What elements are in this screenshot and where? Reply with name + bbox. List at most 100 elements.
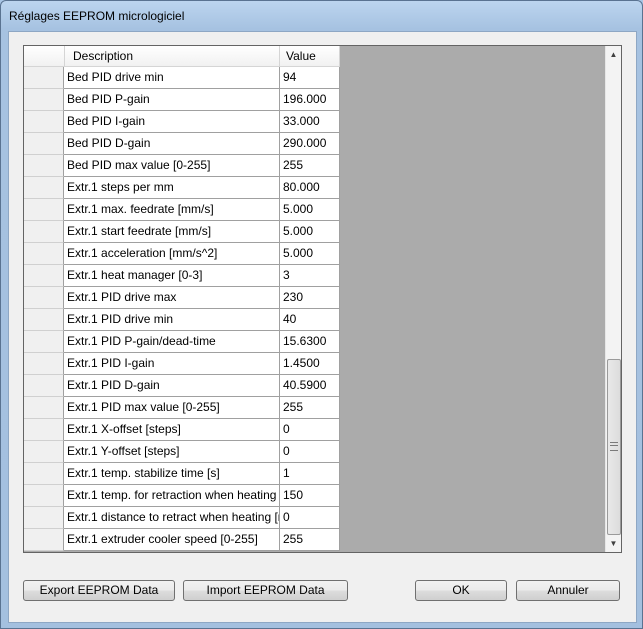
table-row[interactable]: Extr.1 PID D-gain 40.5900 [24, 375, 340, 397]
vertical-scrollbar[interactable]: ▲ ▼ [605, 46, 621, 552]
import-eeprom-button[interactable]: Import EEPROM Data [183, 580, 348, 601]
table-row[interactable]: Extr.1 max. feedrate [mm/s] 5.000 [24, 199, 340, 221]
description-cell: Extr.1 PID drive max [64, 287, 280, 309]
description-cell: Extr.1 distance to retract when heating … [64, 507, 280, 529]
table-row[interactable]: Extr.1 extruder cooler speed [0-255] 255 [24, 529, 340, 551]
grid-header-corner[interactable] [24, 46, 65, 66]
value-cell[interactable]: 33.000 [280, 111, 340, 133]
table-row[interactable]: Extr.1 PID I-gain 1.4500 [24, 353, 340, 375]
row-header[interactable] [24, 441, 64, 463]
row-header[interactable] [24, 155, 64, 177]
table-row[interactable]: Extr.1 temp. for retraction when heating… [24, 485, 340, 507]
value-cell[interactable]: 0 [280, 419, 340, 441]
table-row[interactable]: Extr.1 PID P-gain/dead-time 15.6300 [24, 331, 340, 353]
description-cell: Extr.1 PID I-gain [64, 353, 280, 375]
table-row[interactable]: Bed PID drive min 94 [24, 67, 340, 89]
value-cell[interactable]: 94 [280, 67, 340, 89]
table-row[interactable]: Extr.1 acceleration [mm/s^2] 5.000 [24, 243, 340, 265]
description-cell: Extr.1 heat manager [0-3] [64, 265, 280, 287]
description-cell: Extr.1 start feedrate [mm/s] [64, 221, 280, 243]
description-cell: Extr.1 PID drive min [64, 309, 280, 331]
row-header[interactable] [24, 353, 64, 375]
value-cell[interactable]: 0 [280, 441, 340, 463]
value-cell[interactable]: 255 [280, 155, 340, 177]
value-cell[interactable]: 5.000 [280, 243, 340, 265]
row-header[interactable] [24, 89, 64, 111]
scrollbar-thumb[interactable] [607, 359, 621, 535]
table-row[interactable]: Extr.1 temp. stabilize time [s] 1 [24, 463, 340, 485]
value-cell[interactable]: 255 [280, 397, 340, 419]
title-bar[interactable]: Réglages EEPROM micrologiciel [1, 1, 642, 31]
table-row[interactable]: Extr.1 distance to retract when heating … [24, 507, 340, 529]
value-cell[interactable]: 40.5900 [280, 375, 340, 397]
value-cell[interactable]: 0 [280, 507, 340, 529]
table-row[interactable]: Bed PID D-gain 290.000 [24, 133, 340, 155]
table-row[interactable]: Bed PID P-gain 196.000 [24, 89, 340, 111]
row-header[interactable] [24, 309, 64, 331]
scroll-down-arrow-icon[interactable]: ▼ [606, 535, 621, 552]
dialog-client-area: Description Value Bed PID drive min 94 Bed… [8, 31, 637, 623]
column-header-description[interactable]: Description [65, 46, 280, 66]
table-row[interactable]: Extr.1 PID drive max 230 [24, 287, 340, 309]
scroll-grip-icon [610, 442, 618, 451]
scroll-up-arrow-icon[interactable]: ▲ [606, 46, 621, 63]
table-row[interactable]: Bed PID max value [0-255] 255 [24, 155, 340, 177]
cancel-button[interactable]: Annuler [516, 580, 620, 601]
column-header-value[interactable]: Value [280, 46, 340, 66]
value-cell[interactable]: 1 [280, 463, 340, 485]
value-cell[interactable]: 15.6300 [280, 331, 340, 353]
value-cell[interactable]: 1.4500 [280, 353, 340, 375]
value-cell[interactable]: 196.000 [280, 89, 340, 111]
description-cell: Extr.1 extruder cooler speed [0-255] [64, 529, 280, 551]
row-header[interactable] [24, 67, 64, 89]
row-header[interactable] [24, 507, 64, 529]
description-cell: Bed PID P-gain [64, 89, 280, 111]
row-header[interactable] [24, 529, 64, 551]
window-title: Réglages EEPROM micrologiciel [9, 9, 185, 23]
row-header[interactable] [24, 287, 64, 309]
eeprom-settings-grid: Description Value Bed PID drive min 94 Bed… [23, 45, 622, 553]
table-row[interactable]: Extr.1 start feedrate [mm/s] 5.000 [24, 221, 340, 243]
row-header[interactable] [24, 419, 64, 441]
row-header[interactable] [24, 111, 64, 133]
export-eeprom-button[interactable]: Export EEPROM Data [23, 580, 175, 601]
value-cell[interactable]: 255 [280, 529, 340, 551]
table-row[interactable]: Extr.1 Y-offset [steps] 0 [24, 441, 340, 463]
description-cell: Extr.1 temp. stabilize time [s] [64, 463, 280, 485]
table-row[interactable]: Extr.1 heat manager [0-3] 3 [24, 265, 340, 287]
row-header[interactable] [24, 221, 64, 243]
row-header[interactable] [24, 331, 64, 353]
description-cell: Extr.1 temp. for retraction when heating… [64, 485, 280, 507]
table-row[interactable]: Extr.1 PID max value [0-255] 255 [24, 397, 340, 419]
value-cell[interactable]: 5.000 [280, 221, 340, 243]
eeprom-dialog-window: Réglages EEPROM micrologiciel Descriptio… [0, 0, 643, 629]
description-cell: Extr.1 X-offset [steps] [64, 419, 280, 441]
table-row[interactable]: Bed PID I-gain 33.000 [24, 111, 340, 133]
row-header[interactable] [24, 199, 64, 221]
value-cell[interactable]: 80.000 [280, 177, 340, 199]
table-row[interactable]: Extr.1 steps per mm 80.000 [24, 177, 340, 199]
table-row[interactable]: Extr.1 PID drive min 40 [24, 309, 340, 331]
row-header[interactable] [24, 463, 64, 485]
value-cell[interactable]: 5.000 [280, 199, 340, 221]
table-row[interactable]: Extr.1 X-offset [steps] 0 [24, 419, 340, 441]
description-cell: Extr.1 steps per mm [64, 177, 280, 199]
value-cell[interactable]: 40 [280, 309, 340, 331]
grid-header: Description Value [24, 46, 340, 67]
description-cell: Extr.1 Y-offset [steps] [64, 441, 280, 463]
value-cell[interactable]: 3 [280, 265, 340, 287]
row-header[interactable] [24, 397, 64, 419]
description-cell: Extr.1 PID P-gain/dead-time [64, 331, 280, 353]
value-cell[interactable]: 230 [280, 287, 340, 309]
description-cell: Extr.1 acceleration [mm/s^2] [64, 243, 280, 265]
description-cell: Bed PID D-gain [64, 133, 280, 155]
row-header[interactable] [24, 265, 64, 287]
row-header[interactable] [24, 485, 64, 507]
row-header[interactable] [24, 375, 64, 397]
row-header[interactable] [24, 243, 64, 265]
row-header[interactable] [24, 133, 64, 155]
value-cell[interactable]: 150 [280, 485, 340, 507]
value-cell[interactable]: 290.000 [280, 133, 340, 155]
ok-button[interactable]: OK [415, 580, 507, 601]
row-header[interactable] [24, 177, 64, 199]
